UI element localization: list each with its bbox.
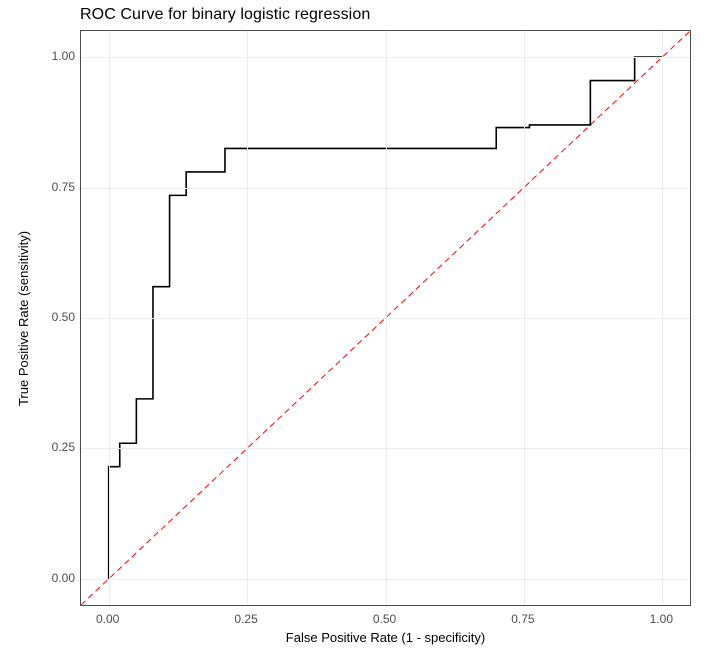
roc-chart: ROC Curve for binary logistic regression… (0, 0, 707, 649)
x-axis-label: False Positive Rate (1 - specificity) (80, 630, 691, 645)
y-tick-label: 0.50 (52, 310, 75, 324)
y-tick-label: 1.00 (52, 49, 75, 63)
x-tick-label: 0.75 (511, 612, 534, 626)
y-tick-label: 0.00 (52, 571, 75, 585)
x-tick-label: 0.00 (96, 612, 119, 626)
chart-title: ROC Curve for binary logistic regression (80, 6, 370, 24)
grid-h (81, 579, 690, 580)
grid-h (81, 448, 690, 449)
x-tick-label: 1.00 (650, 612, 673, 626)
x-tick-label: 0.25 (234, 612, 257, 626)
plot-panel (80, 30, 691, 606)
grid-h (81, 318, 690, 319)
y-tick-label: 0.75 (52, 180, 75, 194)
y-axis-label-text: True Positive Rate (sensitivity) (17, 230, 32, 405)
grid-h (81, 188, 690, 189)
y-axis-label: True Positive Rate (sensitivity) (14, 30, 34, 606)
y-tick-label: 0.25 (52, 440, 75, 454)
x-tick-label: 0.50 (373, 612, 396, 626)
grid-h (81, 57, 690, 58)
